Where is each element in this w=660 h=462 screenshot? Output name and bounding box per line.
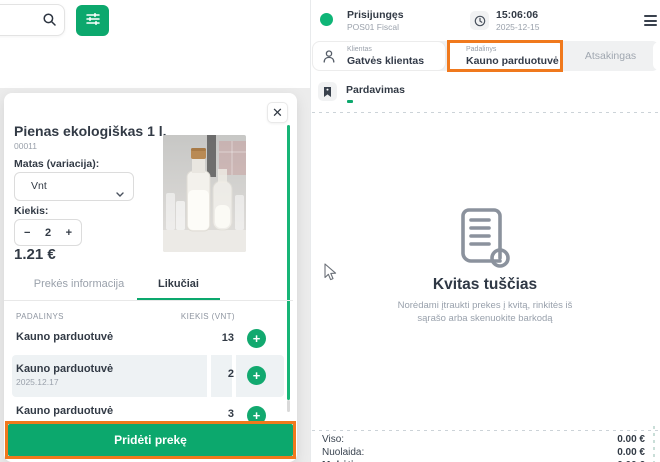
empty-receipt-title: Kvitas tuščias — [310, 276, 660, 294]
quantity-value: 2 — [45, 227, 51, 239]
hamburger-icon — [644, 15, 657, 17]
receipt-icon — [457, 207, 513, 274]
add-stock-button[interactable]: + — [247, 406, 266, 425]
empty-desc-line2: sąrašo arba skenuokite barkodą — [310, 312, 660, 325]
total-value: 0.00 € — [617, 447, 645, 458]
variation-value: Vnt — [31, 180, 47, 192]
empty-receipt-description: Norėdami įtraukti prekes į kvitą, rinkit… — [310, 299, 660, 325]
sale-active-indicator — [347, 100, 353, 103]
pos-app: ✕ Pienas ekologiškas 1 l. 00011 Matas (v… — [0, 0, 660, 462]
modal-scrollbar-track[interactable] — [287, 400, 290, 412]
tab-stock[interactable]: Likučiai — [137, 278, 220, 290]
total-label: Nuolaida: — [322, 447, 364, 458]
stock-date: 2025.12.17 — [16, 377, 59, 387]
product-price: 1.21 € — [14, 246, 56, 263]
clock-icon — [470, 11, 489, 30]
add-product-button[interactable]: Pridėti prekę — [8, 424, 293, 456]
stock-qty: 3 — [228, 408, 234, 420]
column-header-qty: KIEKIS (VNT) — [181, 312, 235, 321]
total-row-viso: Viso: 0.00 € — [322, 434, 645, 446]
connection-status-icon — [320, 13, 333, 26]
totals-side-dashes — [653, 426, 655, 462]
tab-client[interactable]: Klientas Gatvės klientas — [312, 41, 446, 71]
modal-scrollbar-thumb[interactable] — [287, 125, 290, 400]
row-highlight-bg — [12, 355, 284, 397]
search-icon — [43, 13, 56, 31]
tab-product-info[interactable]: Prekės informacija — [24, 278, 134, 290]
totals-divider — [312, 430, 660, 431]
tab-branch-value: Kauno parduotuvė — [466, 55, 559, 67]
clock-time: 15:06:06 — [496, 9, 538, 21]
modal-tabs: Prekės informacija Likučiai — [4, 273, 293, 301]
close-button[interactable]: ✕ — [267, 102, 288, 123]
filter-button[interactable] — [76, 5, 109, 36]
receipt-divider-top — [312, 112, 660, 113]
tab-client-label: Klientas — [347, 46, 372, 53]
tab-overflow-sliver — [653, 42, 660, 70]
branch-name: Kauno parduotuvė — [16, 363, 113, 375]
add-stock-button[interactable]: + — [247, 366, 266, 385]
total-row-nuolaida: Nuolaida: 0.00 € — [322, 447, 645, 459]
clock-date: 2025-12-15 — [496, 22, 539, 32]
quantity-stepper: − 2 + — [14, 219, 82, 246]
stock-qty: 2 — [228, 368, 234, 380]
quantity-label: Kiekis: — [14, 205, 48, 217]
close-icon: ✕ — [272, 106, 283, 119]
chevron-down-icon — [116, 184, 124, 202]
variation-label: Matas (variacija): — [14, 158, 99, 170]
active-tab-underline — [137, 298, 220, 300]
tab-responsible[interactable]: Atsakingas — [561, 41, 660, 71]
terminal-name: POS01 Fiscal — [347, 22, 399, 32]
search-box[interactable] — [0, 4, 65, 36]
total-label: Viso: — [322, 434, 344, 445]
column-header-branch: PADALINYS — [16, 312, 64, 321]
cell-divider — [207, 355, 211, 397]
person-icon — [323, 50, 335, 68]
variation-select[interactable]: Vnt — [14, 172, 134, 201]
decrement-button[interactable]: − — [24, 227, 30, 239]
tab-client-value: Gatvės klientas — [347, 55, 424, 67]
mouse-cursor — [324, 263, 337, 286]
product-modal: ✕ Pienas ekologiškas 1 l. 00011 Matas (v… — [4, 93, 297, 462]
branch-name: Kauno parduotuvė — [16, 331, 113, 343]
menu-button[interactable] — [644, 15, 657, 29]
search-input[interactable] — [0, 5, 31, 35]
tab-branch[interactable]: Padalinys Kauno parduotuvė — [446, 41, 563, 71]
panel-divider — [310, 0, 311, 462]
increment-button[interactable]: + — [66, 227, 72, 239]
context-tabbar: Klientas Gatvės klientas Padalinys Kauno… — [312, 41, 660, 71]
product-code: 00011 — [14, 141, 37, 151]
total-value: 0.00 € — [617, 434, 645, 445]
tab-branch-label: Padalinys — [466, 46, 496, 53]
sale-icon — [318, 82, 337, 101]
add-stock-button[interactable]: + — [247, 329, 266, 348]
product-image — [163, 135, 246, 252]
connection-status: Prisijungęs — [347, 9, 404, 21]
sale-label: Pardavimas — [346, 84, 405, 96]
stock-qty: 13 — [222, 332, 234, 344]
branch-name: Kauno parduotuvė — [16, 405, 113, 417]
empty-desc-line1: Norėdami įtraukti prekes į kvitą, rinkit… — [310, 299, 660, 312]
product-title: Pienas ekologiškas 1 l. — [14, 123, 167, 139]
sliders-icon — [86, 13, 100, 28]
